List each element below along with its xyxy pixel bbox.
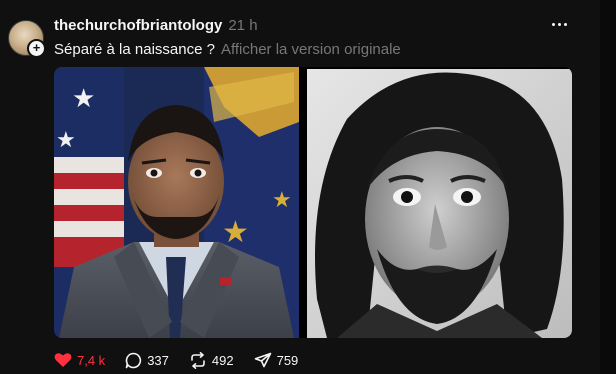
follow-plus-icon[interactable]: + (27, 39, 46, 58)
post-media[interactable]: ★ ★ ★ ★ (54, 67, 572, 338)
svg-text:★: ★ (56, 128, 76, 153)
repost-count: 492 (211, 352, 234, 368)
right-photo[interactable] (307, 69, 572, 338)
avatar[interactable]: + (8, 20, 46, 58)
right-photo-image (307, 69, 572, 338)
more-icon[interactable] (547, 16, 571, 32)
svg-text:★: ★ (222, 215, 249, 250)
username-link[interactable]: thechurchofbriantology (54, 17, 222, 34)
comment-button[interactable]: 337 (125, 352, 169, 369)
heart-icon (54, 353, 72, 367)
show-original-link[interactable]: Afficher la version originale (221, 41, 401, 58)
repost-button[interactable]: 492 (189, 351, 234, 369)
scrollbar-track[interactable] (600, 0, 616, 374)
share-icon (254, 352, 271, 368)
comment-count: 337 (147, 352, 169, 368)
svg-text:★: ★ (272, 188, 292, 213)
more-dot (563, 22, 567, 26)
comment-icon (125, 352, 142, 368)
like-button[interactable]: 7,4 k (54, 352, 105, 368)
caption-text: Séparé à la naissance ? (54, 41, 215, 58)
thread-post: + thechurchofbriantology 21 h Séparé à l… (0, 0, 600, 374)
post-actions: 7,4 k 337 492 759 (54, 350, 318, 370)
share-count: 759 (276, 352, 299, 368)
post-timestamp[interactable]: 21 h (228, 17, 257, 34)
post-header: thechurchofbriantology 21 h (54, 17, 258, 37)
post-caption: Séparé à la naissance ? Afficher la vers… (54, 41, 401, 58)
repost-icon (191, 351, 205, 369)
left-photo-image: ★ ★ ★ ★ (54, 67, 299, 338)
more-dot (557, 22, 561, 26)
more-dot (551, 22, 555, 26)
share-button[interactable]: 759 (254, 352, 299, 368)
left-photo[interactable]: ★ ★ ★ ★ (54, 67, 299, 338)
svg-text:★: ★ (72, 84, 95, 114)
like-count: 7,4 k (77, 352, 106, 368)
